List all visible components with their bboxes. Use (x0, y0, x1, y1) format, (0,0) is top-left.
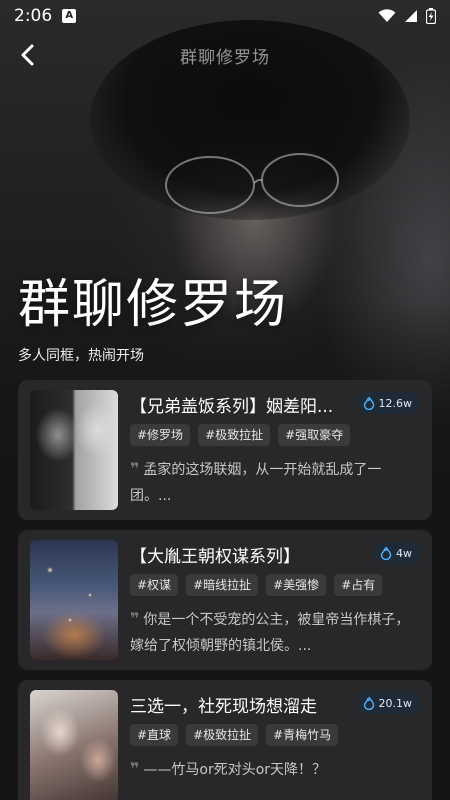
story-title: 三选一，社死现场想溜走 (130, 697, 317, 717)
tag[interactable]: #强取豪夺 (278, 424, 351, 446)
glasses-illustration (165, 153, 339, 214)
quote-icon: ❞ (130, 459, 140, 478)
status-time: 2:06 (14, 6, 53, 26)
tag-list: #权谋 #暗线拉扯 #美强惨 #占有 (130, 574, 383, 596)
tag[interactable]: #青梅竹马 (266, 724, 339, 746)
story-description: ❞ ——竹马or死对头or天降！？ (130, 756, 416, 783)
signal-icon (405, 10, 417, 22)
flame-icon (380, 546, 392, 560)
story-description: ❞ 你是一个不受宠的公主，被皇帝当作棋子，嫁给了权倾朝野的镇北侯。... (130, 606, 416, 658)
tag[interactable]: #直球 (130, 724, 179, 746)
description-text: 孟家的这场联姻，从一开始就乱成了一团。... (130, 462, 382, 504)
status-icons (378, 8, 436, 24)
heat-badge: 12.6w (356, 392, 420, 414)
story-list: 【兄弟盖饭系列】姻差阳... 12.6w #修罗场 #极致拉扯 #强取豪夺 ❞ 孟… (18, 380, 432, 800)
story-cover-image (30, 390, 118, 510)
quote-icon: ❞ (130, 609, 140, 628)
description-text: 你是一个不受宠的公主，被皇帝当作棋子，嫁给了权倾朝野的镇北侯。... (130, 612, 410, 654)
nav-header: 群聊修罗场 (0, 32, 450, 78)
tag[interactable]: #占有 (334, 574, 383, 596)
story-card[interactable]: 【大胤王朝权谋系列】 4w #权谋 #暗线拉扯 #美强惨 #占有 ❞ 你是一个不受… (18, 530, 432, 670)
flame-icon (363, 696, 374, 710)
hero-title: 群聊修罗场 (18, 275, 289, 335)
tag-list: #修罗场 #极致拉扯 #强取豪夺 (130, 424, 351, 446)
story-card[interactable]: 【兄弟盖饭系列】姻差阳... 12.6w #修罗场 #极致拉扯 #强取豪夺 ❞ 孟… (18, 380, 432, 520)
wifi-icon (378, 9, 396, 22)
tag[interactable]: #暗线拉扯 (186, 574, 259, 596)
story-card[interactable]: 三选一，社死现场想溜走 20.1w #直球 #极致拉扯 #青梅竹马 ❞ ——竹马o… (18, 680, 432, 800)
heat-badge: 20.1w (356, 692, 420, 714)
tag[interactable]: #极致拉扯 (186, 724, 259, 746)
tag[interactable]: #美强惨 (266, 574, 327, 596)
heat-count: 20.1w (378, 696, 413, 710)
flame-icon (363, 396, 374, 410)
tag[interactable]: #修罗场 (130, 424, 191, 446)
story-title: 【兄弟盖饭系列】姻差阳... (130, 397, 334, 417)
story-title: 【大胤王朝权谋系列】 (130, 547, 300, 567)
heat-badge: 4w (374, 542, 420, 564)
story-cover-image (30, 690, 118, 800)
heat-count: 12.6w (378, 396, 413, 410)
tag[interactable]: #权谋 (130, 574, 179, 596)
description-text: ——竹马or死对头or天降！？ (143, 762, 327, 778)
battery-charging-icon (426, 8, 436, 24)
back-button[interactable] (10, 38, 44, 72)
story-cover-image (30, 540, 118, 660)
tag[interactable]: #极致拉扯 (198, 424, 271, 446)
tag-list: #直球 #极致拉扯 #青梅竹马 (130, 724, 339, 746)
story-description: ❞ 孟家的这场联姻，从一开始就乱成了一团。... (130, 456, 416, 508)
status-bar: 2:06 A (0, 0, 450, 32)
hero-subtitle: 多人同框，热闹开场 (18, 348, 144, 364)
page-title: 群聊修罗场 (180, 47, 270, 68)
heat-count: 4w (396, 546, 412, 560)
chevron-left-icon (21, 44, 34, 66)
a-notification-icon: A (62, 9, 77, 23)
quote-icon: ❞ (130, 759, 140, 778)
